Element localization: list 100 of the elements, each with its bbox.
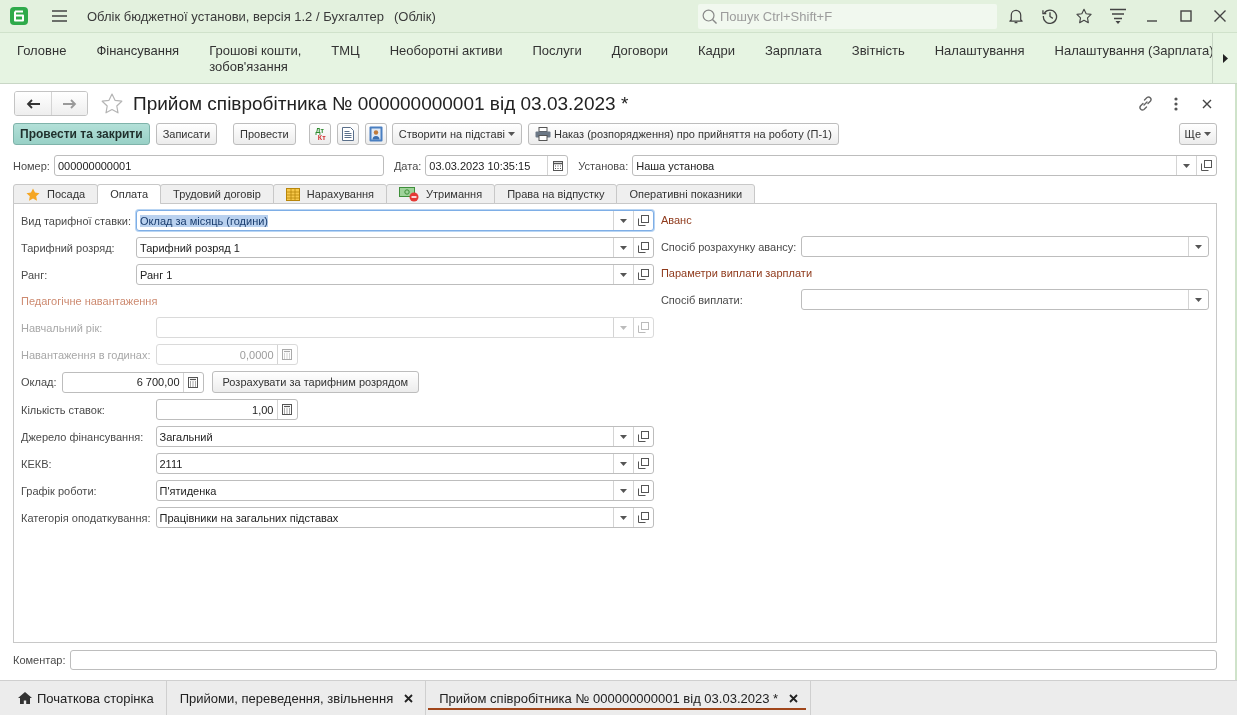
tab[interactable]: Оплата	[97, 184, 162, 204]
field-label: Оклад:	[21, 376, 57, 388]
caret-icon	[1204, 132, 1211, 136]
section-link[interactable]: Налаштування	[934, 43, 1025, 59]
section-link[interactable]: Налаштування (Зарплата)	[1054, 43, 1212, 59]
field-label: Номер:	[13, 159, 50, 172]
combo-box[interactable]: Наша установа	[632, 155, 1217, 176]
logo-icon[interactable]	[10, 7, 28, 25]
triangle-right-icon	[1222, 53, 1228, 63]
field-label: Коментар:	[13, 654, 66, 666]
section-link[interactable]: Фінансування	[96, 43, 180, 59]
caret-icon	[619, 461, 627, 466]
combo-box[interactable]: Оклад за місяць (години)	[136, 210, 654, 231]
report-button[interactable]	[336, 123, 359, 145]
document-icon	[341, 127, 354, 141]
caret-icon	[619, 434, 627, 439]
field-label: Навчальний рік:	[21, 321, 104, 334]
caret-icon	[619, 515, 627, 520]
section-link[interactable]: Грошові кошти, зобов'язання	[209, 43, 302, 75]
document-title: Прийом співробітника № 000000000001 від 03.03.2023 *	[133, 92, 629, 115]
banknote-minus-icon	[399, 186, 420, 202]
search-icon	[702, 8, 717, 24]
caret-icon	[619, 272, 627, 277]
caret-icon	[507, 132, 515, 136]
bell-icon[interactable]	[1008, 8, 1024, 24]
star-icon[interactable]	[101, 93, 123, 114]
close-icon[interactable]	[1202, 98, 1212, 109]
open-icon	[637, 458, 649, 469]
section-link[interactable]: Зарплата	[764, 43, 822, 59]
card-button[interactable]	[364, 123, 387, 145]
window-tab[interactable]: Початкова сторінка	[0, 681, 167, 715]
caret-icon	[1183, 163, 1190, 168]
open-icon	[637, 242, 649, 253]
person-card-icon	[368, 126, 383, 142]
maximize-icon[interactable]	[1178, 8, 1194, 24]
field-label: Вид тарифної ставки:	[21, 214, 131, 227]
combo-box[interactable]: Працівники на загальних підставах	[155, 507, 654, 528]
combo-box[interactable]: Ранг 1	[136, 264, 654, 285]
combo-box[interactable]: Тарифний розряд 1	[136, 237, 654, 258]
more-button[interactable]: Ще	[1178, 123, 1217, 145]
history-icon[interactable]	[1042, 8, 1058, 24]
tab[interactable]: Нарахування	[272, 184, 388, 204]
close-icon[interactable]	[1212, 8, 1228, 24]
print-button[interactable]: Наказ (розпорядження) про прийняття на роботу (П-1)	[527, 123, 839, 145]
window-tab[interactable]: Прийом співробітника № 000000000001 від 03.03.2023 *	[426, 681, 812, 715]
combo-box[interactable]: П'ятиденка	[155, 480, 654, 501]
home-icon	[18, 692, 32, 704]
comment-field[interactable]	[69, 650, 1217, 670]
open-icon	[637, 322, 649, 333]
text-field[interactable]: 000000000001	[53, 155, 384, 176]
section-link[interactable]: Кадри	[698, 43, 735, 59]
lines-caret-icon[interactable]	[1110, 8, 1126, 24]
combo-box[interactable]: Загальний	[155, 426, 654, 447]
tab[interactable]: Трудовий договір	[160, 184, 274, 204]
star-icon[interactable]	[1076, 8, 1092, 24]
section-link[interactable]: ТМЦ	[331, 43, 360, 59]
link-icon[interactable]	[1137, 95, 1154, 112]
calculator-icon	[282, 349, 292, 360]
number-field[interactable]: 6 700,00	[61, 371, 204, 393]
create-based-on-button[interactable]: Створити на підставі	[391, 123, 522, 145]
left-arrow-icon	[26, 98, 40, 109]
field-label: Дата:	[393, 159, 422, 172]
section-link[interactable]: Головне	[17, 43, 67, 59]
calendar-icon	[552, 160, 563, 171]
toolbar-button[interactable]: Записати	[155, 123, 218, 145]
field-label: Спосіб виплати:	[660, 293, 744, 306]
field-label: Кількість ставок:	[21, 403, 106, 416]
caret-icon	[619, 245, 627, 250]
open-icon	[637, 215, 649, 226]
window-mode: (Облік)	[393, 8, 436, 24]
section-link[interactable]: Послуги	[532, 43, 582, 59]
tab[interactable]: Утримання	[386, 184, 496, 204]
combo-box[interactable]: 2111	[155, 453, 654, 474]
caret-icon	[619, 325, 627, 330]
calculator-icon	[282, 404, 292, 415]
date-field[interactable]: 03.03.2023 10:35:15	[425, 155, 569, 176]
number-field[interactable]: 1,00	[155, 399, 298, 420]
close-icon[interactable]	[404, 693, 414, 703]
tab[interactable]: Права на відпустку	[494, 184, 618, 204]
calculate-button[interactable]: Розрахувати за тарифним розрядом	[211, 371, 420, 393]
open-icon	[1201, 160, 1212, 171]
toolbar-button[interactable]: Провести	[233, 123, 296, 145]
window-tab[interactable]: Прийоми, переведення, звільнення	[166, 681, 427, 715]
close-icon[interactable]	[789, 693, 799, 703]
caret-icon	[619, 218, 627, 223]
group-heading: Параметри виплати зарплати	[660, 266, 814, 281]
toolbar-button[interactable]: Провести та закрити	[13, 123, 150, 145]
more-icon[interactable]	[1174, 96, 1178, 111]
section-link[interactable]: Договори	[611, 43, 668, 59]
caret-icon	[1195, 244, 1202, 249]
caret-icon	[1195, 297, 1202, 302]
back-button[interactable]	[15, 92, 51, 115]
field-label: Навантаження в годинах:	[21, 348, 151, 361]
section-link[interactable]: Звітність	[851, 43, 905, 59]
tab[interactable]: Посада	[13, 184, 99, 204]
field-label: Категорія оподаткування:	[21, 511, 151, 524]
tab[interactable]: Оперативні показники	[616, 184, 756, 204]
menu-icon[interactable]	[52, 10, 67, 22]
group-heading: Педагогічне навантаження	[21, 294, 159, 309]
section-link[interactable]: Необоротні активи	[389, 43, 503, 59]
